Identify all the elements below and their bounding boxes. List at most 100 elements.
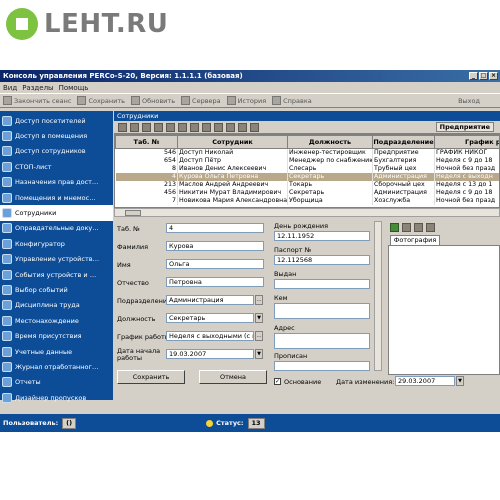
- menu-view[interactable]: Вид: [3, 84, 17, 92]
- sidebar-item[interactable]: Дисциплина труда: [0, 298, 113, 313]
- settings-icon[interactable]: [250, 122, 259, 132]
- refresh-button[interactable]: Обновить: [131, 96, 175, 105]
- delete-photo-icon[interactable]: [414, 223, 423, 232]
- minimize-button[interactable]: _: [469, 72, 478, 80]
- schedule-field[interactable]: Неделя с выходными (с п: [166, 331, 254, 341]
- history-button[interactable]: История: [226, 96, 266, 105]
- scroll-thumb[interactable]: [125, 210, 141, 216]
- sidebar-item[interactable]: Сотрудники: [0, 205, 113, 221]
- list-icon[interactable]: [166, 122, 175, 132]
- sidebar-item[interactable]: Оправдательные доку…: [0, 221, 113, 236]
- table-row[interactable]: 654 Доступ Пётр Менеджер по снабжению Бухга…: [115, 157, 499, 165]
- scan-icon[interactable]: [426, 223, 435, 232]
- change-date-field[interactable]: 29.03.2007: [395, 376, 455, 386]
- sidebar-item[interactable]: Конфигуратор: [0, 236, 113, 251]
- sidebar-item-icon: [2, 331, 12, 342]
- sidebar-item[interactable]: Время присутствия: [0, 328, 113, 343]
- sidebar-item-label: Управление устройств…: [15, 255, 100, 264]
- birthday-field[interactable]: 12.11.1952: [274, 231, 370, 241]
- photo-tab[interactable]: Фотография: [390, 235, 440, 245]
- schedule-browse-button[interactable]: …: [255, 331, 263, 341]
- col-tab-number[interactable]: Таб. №: [115, 135, 178, 149]
- sidebar-item[interactable]: Назначения прав дост…: [0, 175, 113, 190]
- position-dropdown-icon[interactable]: ▼: [255, 313, 263, 323]
- start-date-dropdown-icon[interactable]: ▼: [255, 349, 263, 359]
- department-field[interactable]: Администрация: [166, 295, 254, 305]
- main-toolbar: Закончить сеанс Сохранить Обновить Серве…: [0, 93, 500, 108]
- start-date-field[interactable]: 19.03.2007: [166, 349, 254, 359]
- status-bar: Пользователь: () Статус: 13: [0, 414, 500, 432]
- address-field[interactable]: [274, 333, 370, 349]
- table-cell: Уборщица: [287, 197, 373, 205]
- issued-field[interactable]: [274, 279, 370, 289]
- add-icon[interactable]: [118, 122, 127, 132]
- col-schedule[interactable]: График ра: [434, 135, 499, 149]
- sidebar-item[interactable]: Учетные данные: [0, 344, 113, 359]
- table-row[interactable]: 4 Курова Ольга Петровна Секретарь Администр…: [115, 173, 499, 181]
- name-field[interactable]: Ольга: [166, 259, 264, 269]
- patronymic-field[interactable]: Петровна: [166, 277, 264, 287]
- servers-button[interactable]: Сервера: [181, 96, 221, 105]
- predpriyatie-tab[interactable]: Предприятие: [435, 122, 494, 132]
- registered-field[interactable]: [274, 361, 370, 371]
- save-button[interactable]: Сохранить: [117, 370, 185, 384]
- folder-icon[interactable]: [154, 122, 163, 132]
- maximize-button[interactable]: □: [479, 72, 488, 80]
- sidebar-item[interactable]: Помещения и мнемос…: [0, 190, 113, 205]
- end-session-button[interactable]: Закончить сеанс: [3, 96, 71, 105]
- exit-button[interactable]: Выход: [458, 97, 480, 105]
- sidebar-item[interactable]: Доступ сотрудников: [0, 144, 113, 159]
- change-date-dropdown-icon[interactable]: ▼: [456, 376, 464, 386]
- cancel-button[interactable]: Отмена: [199, 370, 267, 384]
- sidebar-item-label: СТОП-лист: [15, 162, 52, 171]
- col-department[interactable]: Подразделение: [372, 135, 435, 149]
- sidebar-item[interactable]: Отчеты: [0, 375, 113, 390]
- close-button[interactable]: ×: [489, 72, 498, 80]
- basis-label: Основание: [284, 378, 322, 386]
- sidebar-item-label: Учетные данные: [15, 347, 73, 356]
- sidebar-item[interactable]: Доступ в помещения: [0, 128, 113, 143]
- sidebar-item[interactable]: Управление устройств…: [0, 252, 113, 267]
- sidebar-item[interactable]: Дизайнер пропусков: [0, 390, 113, 405]
- passport-field[interactable]: 12.112568: [274, 255, 370, 265]
- sidebar-item-label: Конфигуратор: [15, 239, 65, 248]
- issued-by-field[interactable]: [274, 303, 370, 319]
- tab-number-field[interactable]: 4: [166, 223, 264, 233]
- table-row[interactable]: 213 Маслов Андрей Андреевич Токарь Сборочны…: [115, 181, 499, 189]
- table-row[interactable]: 8 Иванов Денис Алексеевич Слесарь Трубный ц…: [115, 165, 499, 173]
- search-icon[interactable]: [226, 122, 235, 132]
- menu-help[interactable]: Помощь: [59, 84, 89, 92]
- col-position[interactable]: Должность: [287, 135, 373, 149]
- sidebar-item[interactable]: События устройств и …: [0, 267, 113, 282]
- camera-icon[interactable]: [402, 223, 411, 232]
- position-select[interactable]: Секретарь: [166, 313, 254, 323]
- help-button[interactable]: Справка: [272, 96, 312, 105]
- form-vertical-scrollbar[interactable]: [374, 221, 382, 371]
- table-row[interactable]: 456 Никитин Мурат Владимирович Секретарь Ад…: [115, 189, 499, 197]
- table-row[interactable]: 546 Доступ Николай Инженер-тестировщик Пред…: [115, 148, 499, 157]
- tab-number-label: Таб. №: [117, 225, 140, 233]
- menu-sections[interactable]: Разделы: [22, 84, 53, 92]
- excel-icon[interactable]: [238, 122, 247, 132]
- basis-checkbox[interactable]: ✓: [274, 378, 281, 385]
- copy-icon[interactable]: [130, 122, 139, 132]
- sidebar-item[interactable]: Выбор событий: [0, 282, 113, 297]
- grid-horizontal-scrollbar[interactable]: [114, 208, 500, 217]
- users-icon[interactable]: [190, 122, 199, 132]
- sidebar-item[interactable]: Доступ посетителей: [0, 113, 113, 128]
- load-photo-icon[interactable]: [390, 223, 399, 232]
- card-icon[interactable]: [202, 122, 211, 132]
- sidebar-item-icon: [2, 361, 12, 372]
- sidebar-item[interactable]: Местонахождение: [0, 313, 113, 328]
- sidebar-item[interactable]: СТОП-лист: [0, 159, 113, 174]
- filter-icon[interactable]: [178, 122, 187, 132]
- sidebar-item[interactable]: Журнал отработанног…: [0, 359, 113, 374]
- print-icon[interactable]: [214, 122, 223, 132]
- delete-icon[interactable]: [142, 122, 151, 132]
- surname-field[interactable]: Курова: [166, 241, 264, 251]
- table-row[interactable]: 7 Новикова Мария Александровна Уборщица Хоз…: [115, 197, 499, 205]
- sidebar-item-label: Журнал отработанног…: [15, 362, 99, 371]
- col-employee[interactable]: Сотрудник: [177, 135, 288, 149]
- save-toolbar-button[interactable]: Сохранить: [77, 96, 125, 105]
- department-browse-button[interactable]: …: [255, 295, 263, 305]
